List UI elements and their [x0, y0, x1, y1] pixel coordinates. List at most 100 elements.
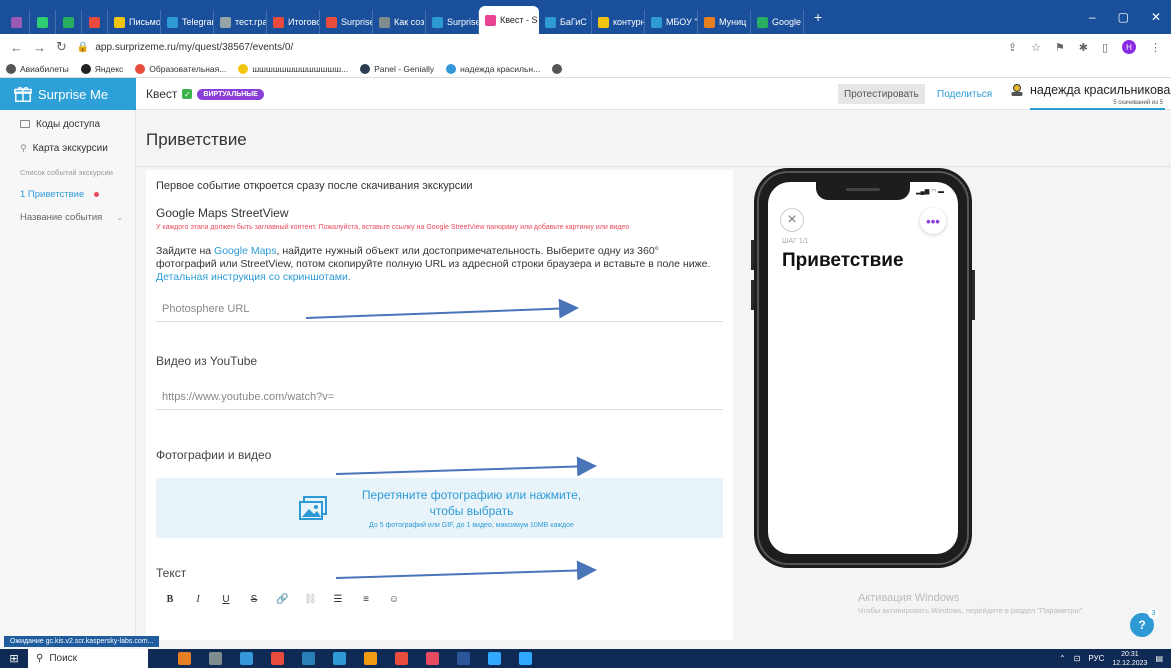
opera-icon[interactable] [271, 652, 284, 665]
url-field[interactable]: 🔒 app.surprizeme.ru/my/quest/38567/event… [77, 42, 998, 53]
emoji-icon[interactable]: ☺ [388, 594, 400, 605]
browser-tab[interactable]: Telegram× [161, 10, 214, 34]
tab-label: Квест - S [500, 15, 538, 25]
yandex-icon[interactable] [395, 652, 408, 665]
favicon-icon [11, 16, 22, 28]
italic-icon[interactable]: I [192, 594, 204, 605]
browser-tab[interactable]: тест.гра× [214, 10, 267, 34]
youtube-label: Видео из YouTube [156, 354, 258, 368]
close-window-icon[interactable]: ✕ [1151, 10, 1161, 24]
more-icon[interactable]: ••• [920, 208, 946, 234]
bookmark-item[interactable]: Образовательная... [135, 63, 226, 74]
chrome-icon[interactable] [240, 652, 253, 665]
clock[interactable]: 20:31 12.12.2023 [1112, 650, 1147, 668]
yandex-browser-icon[interactable] [426, 652, 439, 665]
bookmark-item[interactable]: Авиабилеты [6, 63, 69, 74]
word-icon[interactable] [457, 652, 470, 665]
dropzone-line-2: чтобы выбрать [429, 504, 514, 518]
browser-tab[interactable] [56, 10, 82, 34]
browser-tab[interactable]: Итогово× [267, 10, 320, 34]
intro-text: Первое событие откроется сразу после ска… [156, 180, 473, 192]
sidepanel-icon[interactable]: ▯ [1102, 41, 1108, 54]
maximize-icon[interactable]: ▢ [1118, 10, 1129, 24]
sidebar-event-greeting[interactable]: 1 Приветствие [0, 183, 135, 205]
browser-tab[interactable]: Письмо× [108, 10, 161, 34]
star-icon[interactable]: ☆ [1031, 41, 1041, 54]
underline-icon[interactable]: U [220, 594, 232, 605]
test-button[interactable]: Протестировать [838, 84, 925, 104]
bookmark-item[interactable]: надежда красильн... [446, 63, 541, 74]
browser-tab[interactable]: Surprise× [320, 10, 373, 34]
photoshop-icon[interactable] [519, 652, 532, 665]
favicon-icon [598, 16, 609, 28]
taskbar-search[interactable]: ⚲ Поиск [28, 649, 148, 668]
browser-tab[interactable]: Как соз× [373, 10, 426, 34]
link-icon[interactable]: 🔗 [276, 594, 288, 605]
notifications-icon[interactable]: ▤ [1155, 654, 1163, 663]
profile-avatar[interactable]: Н [1122, 40, 1136, 54]
browser-tab[interactable] [82, 10, 108, 34]
browser-tab-bar: Письмо×Telegram×тест.гра×Итогово×Surpris… [0, 0, 1171, 34]
game-icon[interactable] [178, 652, 191, 665]
sidebar-item-tour-map[interactable]: ⚲ Карта экскурсии [0, 136, 135, 160]
bookmark-icon [238, 63, 249, 74]
numbered-list-icon[interactable]: ≡ [360, 594, 372, 605]
chevron-up-icon[interactable]: ⌃ [1059, 654, 1066, 663]
media-dropzone[interactable]: Перетяните фотографию или нажмите, чтобы… [156, 478, 723, 538]
back-icon[interactable]: ← [10, 40, 23, 55]
bookmark-item[interactable]: Яндекс [80, 63, 123, 74]
bookmark-item[interactable] [552, 63, 566, 74]
tab-label: Письмо [129, 17, 161, 27]
puzzle-icon[interactable]: ✱ [1079, 41, 1088, 54]
share-link[interactable]: Поделиться [937, 89, 992, 100]
forward-icon[interactable]: → [33, 40, 46, 55]
network-icon[interactable]: ⊡ [1074, 654, 1081, 663]
browser-tab[interactable]: Муниц× [698, 10, 751, 34]
youtube-url-input[interactable] [156, 384, 723, 410]
sidebar-event-new[interactable]: Название события ⌄ [0, 205, 135, 229]
event-label: Название события [20, 211, 103, 223]
instructions-link[interactable]: Детальная инструкция со скриншотами. [156, 271, 351, 283]
url-text: app.surprizeme.ru/my/quest/38567/events/… [95, 41, 294, 53]
extension-icon[interactable]: ⚑ [1055, 41, 1065, 54]
dropzone-line-1: Перетяните фотографию или нажмите, [361, 488, 582, 502]
windows-start-icon[interactable]: ⊞ [0, 652, 28, 665]
strikethrough-icon[interactable]: S [248, 594, 260, 605]
reload-icon[interactable]: ↻ [56, 39, 67, 55]
browser-tab[interactable] [4, 10, 30, 34]
office-icon[interactable] [302, 652, 315, 665]
photos-icon[interactable] [333, 652, 346, 665]
bookmark-label: надежда красильн... [460, 63, 541, 74]
lightroom-icon[interactable] [488, 652, 501, 665]
files-icon[interactable] [209, 652, 222, 665]
favicon-icon [704, 16, 715, 28]
browser-tab[interactable]: БаГиС× [539, 10, 592, 34]
language-indicator[interactable]: РУС [1088, 654, 1104, 663]
event-label: 1 Приветствие [20, 188, 85, 200]
browser-tab[interactable] [30, 10, 56, 34]
chrome-alt-icon[interactable] [364, 652, 377, 665]
share-icon[interactable]: ⇪ [1008, 41, 1017, 54]
menu-icon[interactable]: ⋮ [1150, 41, 1161, 54]
sidebar-item-access-codes[interactable]: Коды доступа [0, 112, 135, 136]
minimize-icon[interactable]: – [1089, 10, 1096, 24]
bookmark-item[interactable]: Panel - Genially [360, 63, 434, 74]
new-tab-button[interactable]: + [804, 9, 832, 25]
bold-icon[interactable]: B [164, 594, 176, 605]
tab-active[interactable]: Квест - S× [479, 6, 539, 34]
unlink-icon[interactable]: ⛓ [304, 594, 317, 605]
google-maps-link[interactable]: Google Maps [214, 245, 276, 257]
bookmark-item[interactable]: шшшшшшшшшшшшш... [238, 63, 348, 74]
user-menu[interactable]: надежда красильникова [1010, 83, 1170, 97]
browser-tab[interactable]: Google× [751, 10, 804, 34]
bullet-list-icon[interactable]: ☰ [332, 594, 344, 605]
close-icon[interactable]: × [780, 208, 804, 232]
tab-label: МБОУ "Г [666, 17, 698, 27]
desc-text: Зайдите на [156, 245, 215, 257]
browser-tab[interactable]: Surprise× [426, 10, 479, 34]
browser-tab[interactable]: контурн× [592, 10, 645, 34]
app-logo[interactable]: Surprise Me [0, 78, 136, 110]
photosphere-url-input[interactable] [156, 296, 723, 322]
tab-label: БаГиС [560, 17, 587, 27]
browser-tab[interactable]: МБОУ "Г× [645, 10, 698, 34]
